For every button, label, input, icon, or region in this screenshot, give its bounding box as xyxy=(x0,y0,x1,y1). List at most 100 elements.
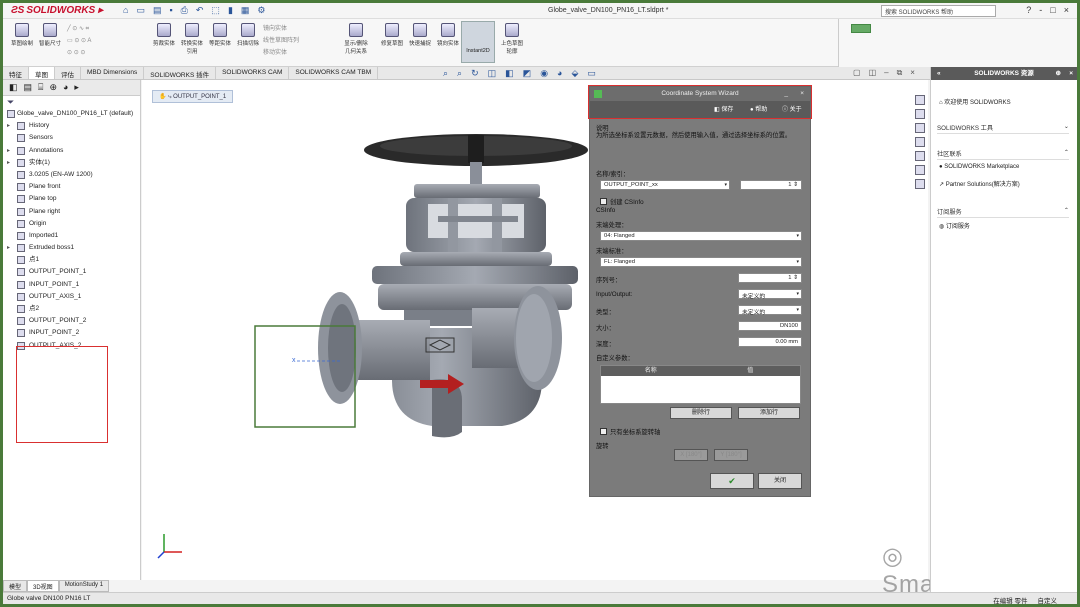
filter-icon[interactable]: ⏷ xyxy=(3,96,140,108)
name-index-stepper[interactable]: 1 ⇕ xyxy=(740,180,802,190)
smap3d-tab-icon[interactable] xyxy=(915,179,925,189)
rebuild-icon[interactable]: ▮ xyxy=(228,5,233,16)
depth-input[interactable]: 0.00 mm xyxy=(738,337,802,347)
rotate-y-button[interactable]: Y [180°] xyxy=(714,449,748,461)
zoom-area-icon[interactable]: ⌕ xyxy=(457,68,462,79)
community-section-header[interactable]: 社区联系 ⌃ xyxy=(937,149,1069,160)
tree-item[interactable]: ▸ History xyxy=(3,120,140,132)
rotate-only-checkbox[interactable] xyxy=(600,428,607,435)
tree-item[interactable]: OUTPUT_POINT_1 xyxy=(3,266,140,278)
tree-item[interactable]: INPUT_POINT_2 xyxy=(3,327,140,339)
input-output-select[interactable]: 未定义的 ▾ xyxy=(738,289,802,300)
sketch-button[interactable]: 草图绘制 xyxy=(9,23,35,47)
split-view-icon[interactable]: ▢ xyxy=(853,68,861,78)
expand-arrow-icon[interactable]: ▸ xyxy=(7,242,10,254)
more-tabs-icon[interactable]: ▸ xyxy=(74,82,79,93)
tab-cam-tbm[interactable]: SOLIDWORKS CAM TBM xyxy=(289,67,379,79)
tree-item[interactable]: Sensors xyxy=(3,132,140,144)
custom-props-tab-icon[interactable] xyxy=(915,165,925,175)
tab-model[interactable]: 模型 xyxy=(3,580,28,592)
close-dialog-button[interactable]: 关闭 xyxy=(758,473,802,489)
gw-close-icon[interactable]: × xyxy=(910,68,915,78)
display-manager-tab-icon[interactable]: ◕ xyxy=(63,82,68,93)
subscription-link[interactable]: ◍ 订阅服务 xyxy=(939,221,970,230)
expand-arrow-icon[interactable]: ▸ xyxy=(7,120,10,132)
dimxpert-tab-icon[interactable]: ⊕ xyxy=(49,82,57,93)
tab-features[interactable]: 特征 xyxy=(3,67,29,79)
tree-item[interactable]: 点1 xyxy=(3,254,140,266)
select-icon[interactable]: ⬚ xyxy=(211,5,220,16)
add-row-button[interactable]: 添加行 xyxy=(738,407,800,419)
tab-addins[interactable]: SOLIDWORKS 插件 xyxy=(144,67,217,79)
expand-arrow-icon[interactable]: ▸ xyxy=(7,145,10,157)
appearances-tab-icon[interactable] xyxy=(915,151,925,161)
pane-close-icon[interactable]: × xyxy=(1069,67,1073,80)
offset-button[interactable]: 等距实体 xyxy=(207,23,233,47)
view-orientation-icon[interactable]: ◧ xyxy=(505,68,514,79)
tab-cam[interactable]: SOLIDWORKS CAM xyxy=(216,67,290,79)
create-csinfo-checkbox[interactable] xyxy=(600,198,607,205)
partner-solutions-link[interactable]: ↗ Partner Solutions(解决方案) xyxy=(939,179,1020,188)
tile-icon[interactable]: ◫ xyxy=(869,68,877,78)
display-style-icon[interactable]: ◩ xyxy=(523,68,532,79)
home-icon[interactable]: ⌂ xyxy=(123,5,128,16)
sequence-stepper[interactable]: 1 ⇕ xyxy=(738,273,802,283)
end-type-select[interactable]: 04: Flanged ▾ xyxy=(600,231,802,241)
pane-pin-icon[interactable]: ⊕ xyxy=(1056,67,1061,80)
tree-root-part[interactable]: Globe_valve_DN100_PN16_LT (default) xyxy=(3,108,140,120)
marketplace-link[interactable]: ● SOLIDWORKS Marketplace xyxy=(939,164,1019,170)
instant2d-button[interactable]: Instant2D xyxy=(461,21,495,63)
size-input[interactable]: DN100 xyxy=(738,321,802,331)
close-button[interactable]: × xyxy=(1064,5,1069,15)
zoom-fit-icon[interactable]: ⌕ xyxy=(443,68,448,79)
tree-item[interactable]: Plane right xyxy=(3,206,140,218)
surface-button[interactable]: 扫描切除 xyxy=(235,23,261,47)
print-icon[interactable]: ⎙ xyxy=(181,5,188,16)
ok-button[interactable]: ✔ xyxy=(710,473,754,489)
view-palette-tab-icon[interactable] xyxy=(915,137,925,147)
open-icon[interactable]: ▤ xyxy=(153,5,162,16)
tree-item[interactable]: 点2 xyxy=(3,303,140,315)
tab-evaluate[interactable]: 评估 xyxy=(55,67,81,79)
tab-motion-study[interactable]: MotionStudy 1 xyxy=(58,580,110,592)
end-standard-select[interactable]: FL: Flanged ▾ xyxy=(600,257,802,267)
hide-show-icon[interactable]: ◉ xyxy=(540,68,548,79)
custom-params-table[interactable]: 名称 值 xyxy=(600,365,801,404)
sketch-entities-group[interactable]: ╱ ⊙ ∿ ⌗ ▭ ⊙ ⊙ A ⊙ ⊙ ⊙ xyxy=(67,23,147,59)
addin-icon[interactable] xyxy=(851,24,871,33)
file-props-icon[interactable]: ▦ xyxy=(241,5,250,16)
repair-sketch-button[interactable]: 修复草图 xyxy=(379,23,405,47)
search-input[interactable]: 搜索 SOLIDWORKS 帮助 xyxy=(881,5,996,17)
subscription-section-header[interactable]: 订阅服务 ⌃ xyxy=(937,207,1069,218)
file-explorer-tab-icon[interactable] xyxy=(915,123,925,133)
gw-minimize-icon[interactable]: – xyxy=(884,68,888,78)
move-entities[interactable]: 移动实体 xyxy=(263,47,333,59)
tree-item[interactable]: 3.0205 (EN-AW 1200) xyxy=(3,169,140,181)
tree-item[interactable]: ▸ Extruded boss1 xyxy=(3,242,140,254)
delete-row-button[interactable]: 删除行 xyxy=(670,407,732,419)
tree-item[interactable]: Origin xyxy=(3,218,140,230)
collapse-pane-icon[interactable]: « xyxy=(937,67,941,80)
tree-item[interactable]: ▸ 实体(1) xyxy=(3,157,140,169)
tree-item[interactable]: OUTPUT_AXIS_1 xyxy=(3,291,140,303)
smart-dimension-button[interactable]: 智能尺寸 xyxy=(37,23,63,47)
linear-pattern[interactable]: 线性草图阵列 xyxy=(263,35,333,47)
gw-restore-icon[interactable]: ⧉ xyxy=(897,68,903,78)
design-library-tab-icon[interactable] xyxy=(915,109,925,119)
maximize-button[interactable]: □ xyxy=(1050,5,1055,15)
previous-view-icon[interactable]: ↻ xyxy=(471,68,479,79)
section-view-icon[interactable]: ◫ xyxy=(488,68,497,79)
shaded-sketch-button[interactable]: 上色草图轮廓 xyxy=(499,23,525,55)
new-doc-icon[interactable]: ▭ xyxy=(136,5,145,16)
tree-item[interactable]: Plane top xyxy=(3,193,140,205)
tree-item[interactable]: INPUT_POINT_1 xyxy=(3,279,140,291)
tree-item[interactable]: Plane front xyxy=(3,181,140,193)
config-manager-tab-icon[interactable]: ⌸ xyxy=(38,82,43,93)
name-select[interactable]: OUTPUT_POINT_xx ▾ xyxy=(600,180,730,190)
undo-icon[interactable]: ↶ xyxy=(196,5,204,16)
relations-button[interactable]: 显示/删除几何关系 xyxy=(343,23,369,55)
status-units[interactable]: 自定义 xyxy=(1038,595,1058,604)
pattern-group[interactable]: 镜向实体 线性草图阵列 移动实体 xyxy=(263,23,333,59)
property-manager-tab-icon[interactable]: ▤ xyxy=(24,82,33,93)
convert-entities-button[interactable]: 转换实体引用 xyxy=(179,23,205,55)
